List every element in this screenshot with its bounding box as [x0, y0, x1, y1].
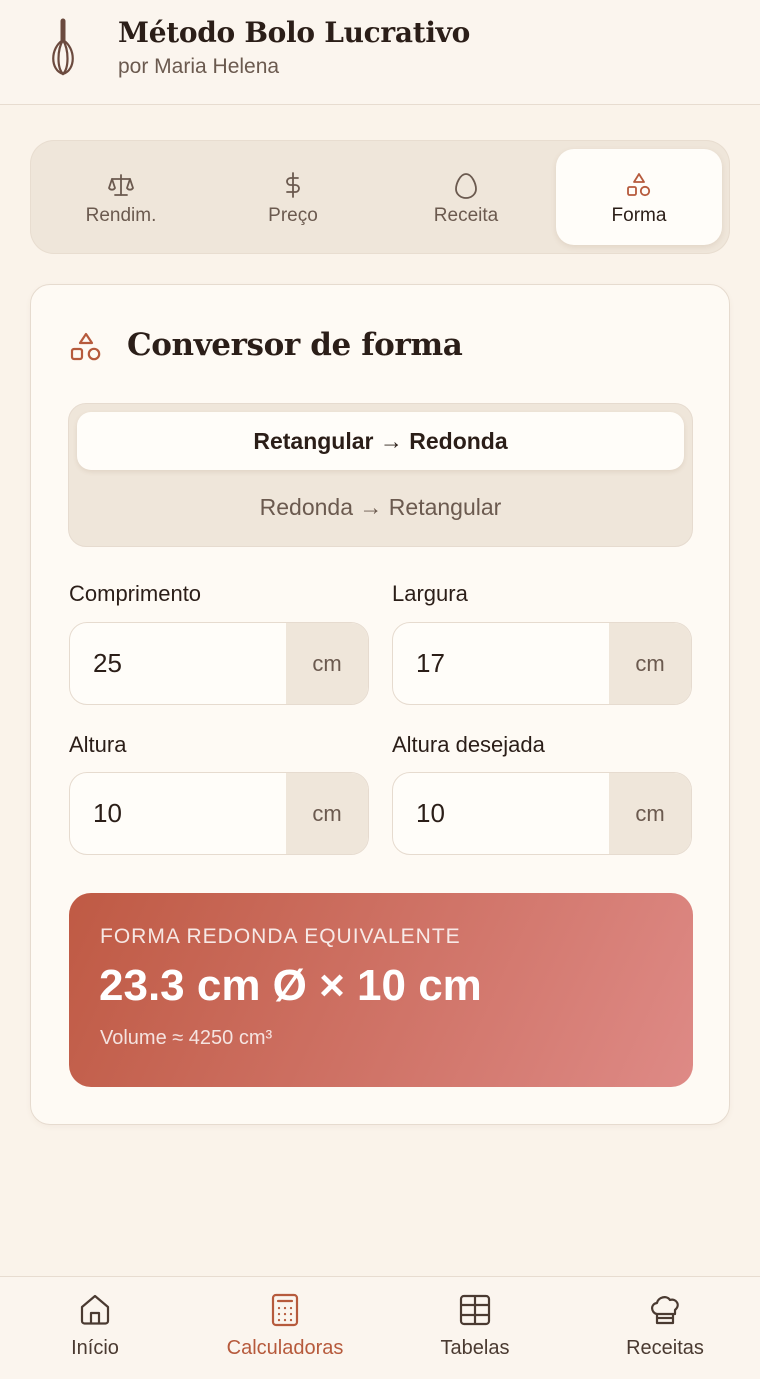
nav-calculadoras[interactable]: Calculadoras [190, 1277, 380, 1379]
app-subtitle: por Maria Helena [118, 55, 280, 78]
whisk-icon [52, 18, 74, 76]
bottom-navigation: Início Calculadoras Tabelas Receitas [0, 1276, 760, 1379]
tab-preco[interactable]: Preço [210, 149, 376, 245]
shape-converter-card: Conversor de forma Retangular → Redonda … [30, 284, 730, 1125]
height-field[interactable]: 10 cm [69, 772, 369, 855]
length-label: Comprimento [69, 581, 202, 606]
desired-height-label: Altura desejada [392, 732, 545, 757]
nav-label: Calculadoras [226, 1337, 344, 1359]
length-field[interactable]: 25 cm [69, 622, 369, 705]
tab-rendimento[interactable]: Rendim. [38, 149, 204, 245]
app-header: Método Bolo Lucrativo por Maria Helena [0, 0, 760, 105]
desired-height-value[interactable]: 10 [416, 773, 445, 854]
length-unit: cm [286, 623, 368, 704]
width-label: Largura [392, 581, 468, 606]
nav-label: Início [71, 1337, 119, 1359]
width-value[interactable]: 17 [416, 623, 445, 704]
length-value[interactable]: 25 [93, 623, 122, 704]
width-unit: cm [609, 623, 691, 704]
nav-tabelas[interactable]: Tabelas [380, 1277, 570, 1379]
tab-label: Receita [433, 205, 499, 226]
tab-forma[interactable]: Forma [556, 149, 722, 245]
app-title: Método Bolo Lucrativo [118, 16, 471, 49]
height-label: Altura [69, 732, 127, 757]
calculator-icon [271, 1293, 299, 1327]
table-icon [459, 1294, 491, 1326]
tab-label: Preço [268, 205, 318, 226]
nav-label: Tabelas [440, 1337, 510, 1359]
height-unit: cm [286, 773, 368, 854]
shapes-icon [627, 173, 651, 197]
result-volume: Volume ≈ 4250 cm³ [100, 1027, 273, 1049]
nav-label: Receitas [626, 1337, 704, 1359]
calculator-tabs: Rendim. Preço Receita Forma [30, 140, 730, 254]
dollar-icon [286, 172, 300, 198]
egg-icon [455, 173, 477, 199]
tab-label: Forma [611, 205, 667, 226]
nav-inicio[interactable]: Início [0, 1277, 190, 1379]
home-icon [80, 1294, 110, 1325]
tab-label: Rendim. [85, 205, 157, 226]
mode-round-to-rect[interactable]: Redonda → Retangular [77, 478, 684, 536]
shapes-icon [70, 332, 101, 361]
desired-height-unit: cm [609, 773, 691, 854]
width-field[interactable]: 17 cm [392, 622, 692, 705]
nav-receitas[interactable]: Receitas [570, 1277, 760, 1379]
mode-rect-to-round[interactable]: Retangular → Redonda [77, 412, 684, 470]
result-panel: FORMA REDONDA EQUIVALENTE 23.3 cm Ø × 10… [69, 893, 693, 1087]
height-value[interactable]: 10 [93, 773, 122, 854]
scale-icon [108, 174, 134, 196]
desired-height-field[interactable]: 10 cm [392, 772, 692, 855]
tab-receita[interactable]: Receita [383, 149, 549, 245]
result-label: FORMA REDONDA EQUIVALENTE [100, 925, 461, 948]
card-title: Conversor de forma [127, 327, 463, 363]
result-value: 23.3 cm Ø × 10 cm [99, 961, 482, 1010]
conversion-mode-toggle: Retangular → Redonda Redonda → Retangula… [68, 403, 693, 547]
chef-hat-icon [651, 1296, 679, 1325]
